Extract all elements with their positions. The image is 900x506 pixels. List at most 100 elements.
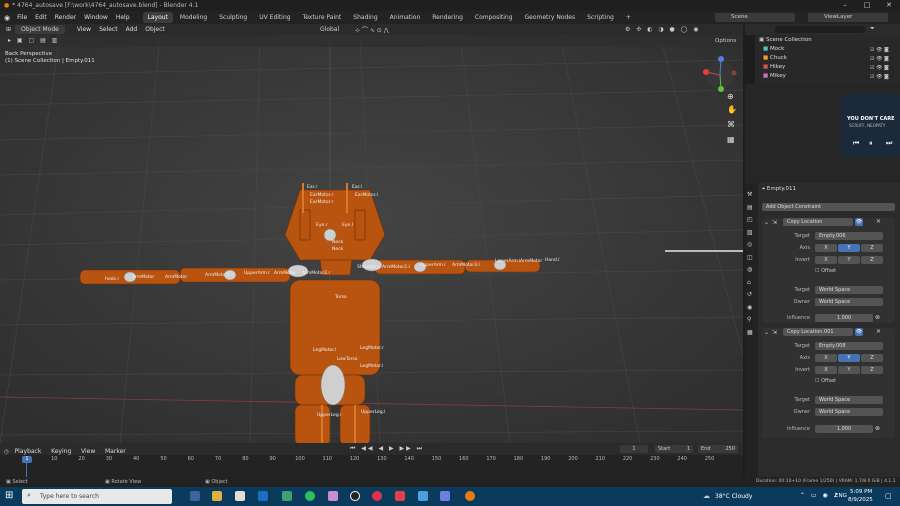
playhead[interactable]: 1	[22, 456, 32, 463]
scene-collection-item[interactable]: ▣ Scene Collection	[759, 37, 812, 43]
file-explorer-icon[interactable]	[212, 491, 222, 501]
pause-icon[interactable]: ⏸	[869, 139, 873, 148]
tab-animation[interactable]: Animation	[385, 12, 426, 23]
invert-z-toggle[interactable]: Z	[861, 256, 883, 264]
close-icon[interactable]: ✕	[878, 0, 900, 11]
eye-icon[interactable]: 👁	[855, 218, 863, 226]
camera-view-icon[interactable]: ⌘	[727, 120, 735, 129]
add-object-constraint-button[interactable]: Add Object Constraint	[762, 203, 895, 211]
owner-space-dropdown[interactable]: World Space	[815, 298, 883, 306]
axis-y-toggle[interactable]: Y	[838, 244, 860, 252]
influence-slider[interactable]: 1.000	[815, 425, 873, 433]
store-icon[interactable]	[235, 491, 245, 501]
grid-toggle-icon[interactable]: ▦	[727, 135, 735, 144]
target-space-dropdown[interactable]: World Space	[815, 396, 883, 404]
tab-sculpting[interactable]: Sculpting	[214, 12, 252, 23]
game-icon[interactable]	[395, 491, 405, 501]
snap-icon[interactable]: ⊹ ⌒ ∿ ⊙ ⋀	[355, 25, 389, 34]
tab-texture-paint[interactable]: Texture Paint	[298, 12, 347, 23]
collapse-icon[interactable]: ⌄	[764, 219, 769, 226]
axis-z-toggle[interactable]: Z	[861, 244, 883, 252]
target-field[interactable]: Empty.008	[815, 342, 883, 350]
weather-text[interactable]: 38°C Cloudy	[715, 493, 752, 500]
discord-icon[interactable]	[440, 491, 450, 501]
constraint-name-field[interactable]: Copy Location	[783, 218, 853, 226]
menu-view[interactable]: View	[77, 448, 99, 455]
obs-icon[interactable]	[350, 491, 360, 501]
tab-uv-editing[interactable]: UV Editing	[254, 12, 295, 23]
playback-controls[interactable]: ⏮ ◀◀ ◀ ▶ ▶▶ ⏭	[350, 445, 424, 453]
3d-viewport[interactable]: ▸ ▣ ▢ ▤ ▥ Options Back Perspective (1) S…	[0, 35, 743, 443]
tray-icons[interactable]: ⌃ ▭ ◉ ♪	[800, 492, 839, 499]
shading-icons[interactable]: ⚙ ✣ ◐ ◑ ● ◯ ◉	[625, 26, 701, 33]
disable-keep-transform-icon[interactable]: ⊗	[875, 425, 880, 432]
media-player-overlay[interactable]: YOU DON'T CARE SCRUFF, NEOPATY ⏮ ⏸ ⏭	[841, 94, 900, 157]
invert-z-toggle[interactable]: Z	[861, 366, 883, 374]
add-workspace-icon[interactable]: +	[621, 12, 636, 23]
menu-file[interactable]: File	[13, 11, 31, 24]
tab-geometry-nodes[interactable]: Geometry Nodes	[520, 12, 581, 23]
invert-y-toggle[interactable]: Y	[838, 256, 860, 264]
invert-x-toggle[interactable]: X	[815, 366, 837, 374]
menu-keying[interactable]: Keying	[47, 448, 75, 455]
remove-constraint-icon[interactable]: ✕	[876, 218, 881, 225]
music-icon[interactable]	[328, 491, 338, 501]
minimize-icon[interactable]: –	[834, 0, 856, 11]
tool-tab-icon[interactable]: ⚒ ▤ ◰ ▨ ◎ ◫ ◍ ⌂ ↺ ◉ ⚲ ▦	[747, 189, 753, 339]
zoom-icon[interactable]: ⊕	[727, 92, 734, 101]
task-view-icon[interactable]	[190, 491, 200, 501]
invert-y-toggle[interactable]: Y	[838, 366, 860, 374]
tool-icons[interactable]: ▸ ▣ ▢ ▤ ▥	[8, 37, 59, 44]
target-field[interactable]: Empty.006	[815, 232, 883, 240]
tab-layout[interactable]: Layout	[142, 12, 173, 23]
clock-date[interactable]: 8/9/2025	[848, 497, 873, 503]
next-icon[interactable]: ⏭	[886, 139, 892, 148]
owner-space-dropdown[interactable]: World Space	[815, 408, 883, 416]
outlook-icon[interactable]	[258, 491, 268, 501]
editor-type-icon[interactable]: ⊞	[6, 26, 11, 33]
outliner-item-mock[interactable]: ■ Mock	[763, 46, 784, 52]
blender-taskbar-icon[interactable]	[465, 491, 475, 501]
menu-playback[interactable]: Playback	[11, 448, 46, 455]
tab-rendering[interactable]: Rendering	[427, 12, 468, 23]
axis-z-toggle[interactable]: Z	[861, 354, 883, 362]
tab-compositing[interactable]: Compositing	[470, 12, 518, 23]
shield-icon[interactable]	[418, 491, 428, 501]
media-app-icon[interactable]	[372, 491, 382, 501]
view-layer-selector[interactable]: ViewLayer	[808, 13, 888, 22]
mode-selector[interactable]: Object Mode	[15, 25, 65, 34]
tab-scripting[interactable]: Scripting	[582, 12, 619, 23]
target-space-dropdown[interactable]: World Space	[815, 286, 883, 294]
start-frame-field[interactable]: Start 1	[655, 445, 693, 453]
offset-checkbox[interactable]: ☐ Offset	[815, 268, 836, 274]
orientation-selector[interactable]: Global	[320, 26, 339, 33]
app-icon[interactable]	[282, 491, 292, 501]
previous-icon[interactable]: ⏮	[853, 139, 859, 148]
constraint-name-field[interactable]: Copy Location.001	[783, 328, 853, 336]
invert-x-toggle[interactable]: X	[815, 256, 837, 264]
outliner-item-chuck[interactable]: ■ Chuck	[763, 55, 787, 61]
tab-shading[interactable]: Shading	[348, 12, 382, 23]
blender-menu-icon[interactable]: ◉	[4, 14, 10, 22]
maximize-icon[interactable]: □	[856, 0, 878, 11]
options-button[interactable]: Options	[715, 38, 736, 44]
eye-icon[interactable]: 👁	[855, 328, 863, 336]
whatsapp-icon[interactable]	[305, 491, 315, 501]
windows-start-icon[interactable]: ⊞	[5, 490, 13, 501]
axis-x-toggle[interactable]: X	[815, 354, 837, 362]
remove-constraint-icon[interactable]: ✕	[876, 328, 881, 335]
axis-y-toggle[interactable]: Y	[838, 354, 860, 362]
clock-time[interactable]: 5:09 PM	[850, 489, 872, 495]
disable-keep-transform-icon[interactable]: ⊗	[875, 314, 880, 321]
taskbar-search-box[interactable]: ⌕ Type here to search	[22, 489, 172, 504]
tab-modeling[interactable]: Modeling	[175, 12, 212, 23]
filter-icon[interactable]: ⏷	[870, 25, 875, 33]
menu-marker[interactable]: Marker	[101, 448, 130, 455]
menu-edit[interactable]: Edit	[31, 11, 51, 24]
outliner-item-hikey[interactable]: ■ Hikey	[763, 64, 785, 70]
search-input[interactable]	[775, 26, 865, 33]
outliner-item-mikey[interactable]: ■ Mikey	[763, 73, 786, 79]
scene-selector[interactable]: Scene	[715, 13, 795, 22]
offset-checkbox[interactable]: ☐ Offset	[815, 378, 836, 384]
end-frame-field[interactable]: End 250	[698, 445, 738, 453]
